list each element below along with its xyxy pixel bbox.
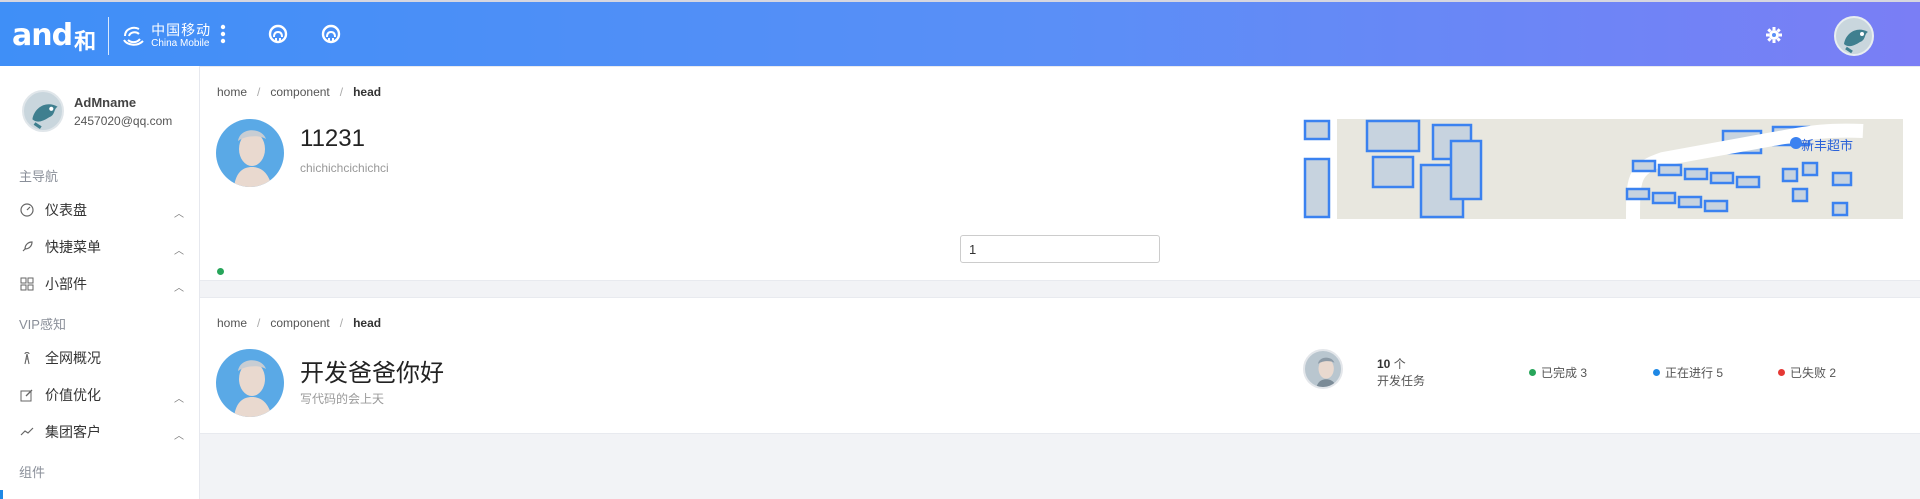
task-count-number: 10 [1377, 357, 1391, 371]
logo[interactable]: and 和 中国移动 China Mobile [12, 16, 211, 56]
breadcrumb-separator: / [257, 85, 261, 99]
brand-cn: 中国移动 [151, 21, 212, 38]
active-indicator [0, 490, 3, 499]
page-title: 开发爸爸你好 [300, 360, 444, 387]
sidebar-item-label: 价值优化 [45, 387, 101, 403]
status-dot [1529, 369, 1536, 376]
status-dot [1653, 369, 1660, 376]
breadcrumb-item[interactable]: component [270, 316, 329, 330]
sidebar-user[interactable]: AdMname 2457020@qq.com [22, 90, 172, 132]
github-icon[interactable] [321, 24, 341, 49]
grid-icon [19, 276, 35, 292]
map-place-label: 新丰超市 [1801, 138, 1854, 153]
sidebar-item-shortcuts[interactable]: 快捷菜单 ︿ [19, 237, 184, 257]
edit-icon [19, 387, 35, 403]
sidebar-item-dashboard[interactable]: 仪表盘 ︿ [19, 200, 184, 220]
rocket-icon [19, 239, 35, 255]
page-subtitle: 写代码的会上天 [300, 392, 385, 406]
line-chart-icon [19, 424, 35, 440]
stat-label: 已失败 2 [1790, 366, 1837, 380]
chevron-up-icon: ︿ [174, 394, 184, 405]
header-card-2: home / component / head 开发爸爸你好 写代码的会上天 1… [200, 297, 1920, 434]
chevron-up-icon: ︿ [174, 246, 184, 257]
stat-failed: 已失败 2 [1778, 364, 1836, 381]
sidebar-item-label: 小部件 [45, 276, 87, 292]
nav-group-components: 组件 [19, 465, 46, 480]
profile-avatar [216, 349, 284, 417]
task-count: 10 个 [1377, 355, 1406, 372]
chevron-up-icon: ︿ [174, 431, 184, 442]
logo-he-text: 和 [74, 29, 97, 54]
status-dot [1778, 369, 1785, 376]
sidebar-item-widgets[interactable]: 小部件 ︿ [19, 274, 184, 294]
china-mobile-icon [123, 26, 144, 46]
top-header: and 和 中国移动 China Mobile [0, 0, 1920, 66]
breadcrumb-current: head [353, 316, 382, 330]
breadcrumb-item[interactable]: home [217, 316, 247, 330]
gear-icon[interactable] [1765, 26, 1783, 49]
breadcrumb-current: head [353, 85, 382, 99]
sidebar: AdMname 2457020@qq.com 主导航 仪表盘 ︿ 快捷菜单 ︿ … [0, 66, 200, 499]
brand-en: China Mobile [151, 38, 210, 50]
user-avatar[interactable] [1834, 16, 1874, 56]
task-label: 开发任务 [1377, 374, 1426, 388]
dashboard-icon [19, 202, 35, 218]
china-mobile-brand: 中国移动 China Mobile [121, 21, 212, 50]
breadcrumb-item[interactable]: home [217, 85, 247, 99]
breadcrumb-item[interactable]: component [270, 85, 329, 99]
sidebar-item-label: 仪表盘 [45, 202, 87, 218]
header-card-1: home / component / head 11231 chichichci… [200, 66, 1920, 281]
profile-avatar [216, 119, 284, 187]
nav-group-vip: VIP感知 [19, 317, 66, 332]
status-dot [217, 268, 224, 275]
tower-icon [19, 350, 35, 366]
page-subtitle: chichichcichichci [300, 161, 389, 175]
sidebar-item-overview[interactable]: 全网概况 [19, 348, 184, 368]
github-icon[interactable] [268, 24, 288, 49]
stat-label: 已完成 3 [1541, 366, 1588, 380]
user-email: 2457020@qq.com [74, 113, 173, 128]
logo-divider [108, 17, 110, 55]
breadcrumb: home / component / head [217, 316, 381, 330]
logo-and-text: and [12, 18, 73, 53]
breadcrumb-separator: / [339, 316, 344, 330]
nav-group-main: 主导航 [19, 169, 59, 184]
breadcrumb-separator: / [257, 316, 261, 330]
avatar [1303, 349, 1343, 389]
avatar [22, 90, 64, 132]
user-name: AdMname [74, 94, 137, 110]
stat-label: 正在进行 5 [1665, 366, 1724, 380]
sidebar-item-label: 快捷菜单 [45, 239, 101, 255]
sidebar-item-label: 集团客户 [45, 424, 101, 440]
stat-completed: 已完成 3 [1529, 364, 1587, 381]
chevron-up-icon: ︿ [174, 209, 184, 220]
sidebar-item-value-opt[interactable]: 价值优化 ︿ [19, 385, 184, 405]
number-input[interactable] [960, 235, 1160, 263]
sidebar-item-label: 全网概况 [45, 350, 101, 366]
page-title: 11231 [300, 125, 365, 152]
map-view[interactable]: 新丰超市 [1303, 119, 1903, 219]
task-count-unit: 个 [1393, 357, 1406, 371]
chevron-up-icon: ︿ [174, 283, 184, 294]
more-vertical-icon[interactable] [220, 24, 226, 49]
sidebar-item-group-customers[interactable]: 集团客户 ︿ [19, 422, 184, 442]
breadcrumb: home / component / head [217, 85, 381, 99]
stat-in-progress: 正在进行 5 [1653, 364, 1723, 381]
breadcrumb-separator: / [339, 85, 344, 99]
